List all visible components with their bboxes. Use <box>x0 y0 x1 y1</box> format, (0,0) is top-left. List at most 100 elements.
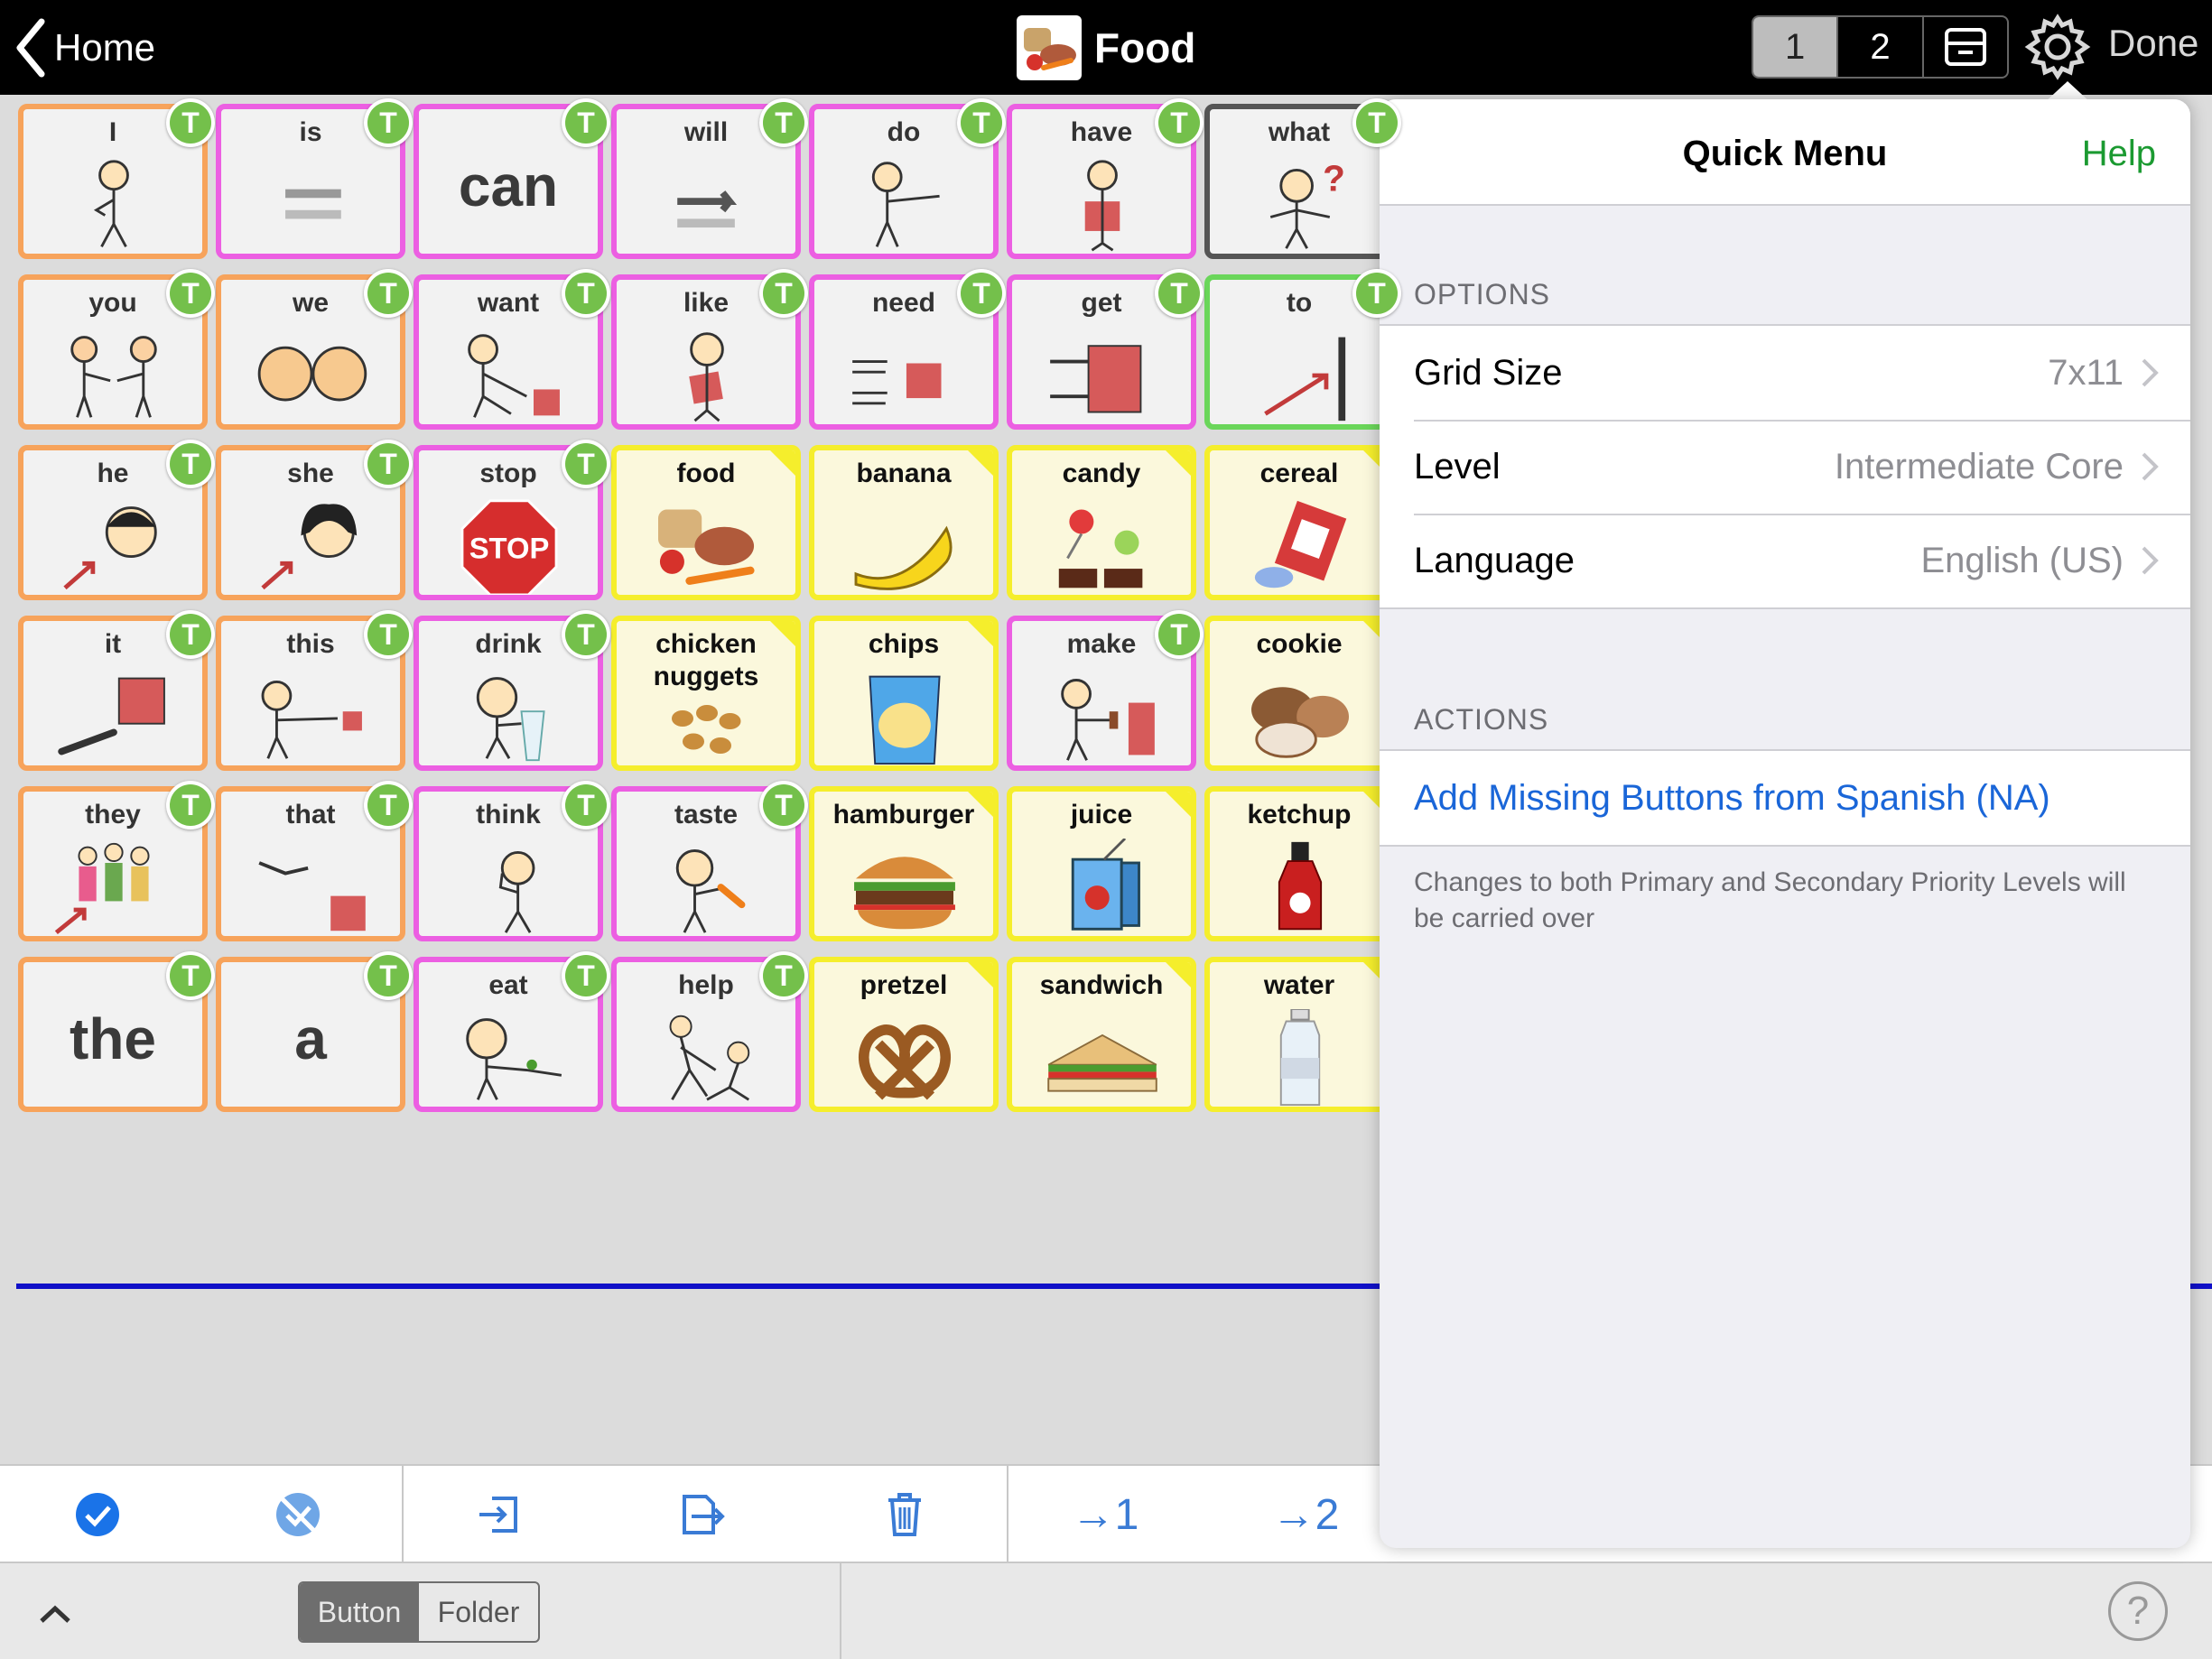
chevron-right-icon <box>2142 358 2159 387</box>
person-hammer-icon <box>1061 679 1155 761</box>
grid-button-juice[interactable]: juice <box>1007 786 1196 941</box>
archive-tab[interactable] <box>1924 17 2007 77</box>
checkmark-circle-icon <box>76 1493 119 1536</box>
grid-button-chicken-nuggets[interactable]: chicken nuggets <box>611 616 801 771</box>
text-badge-letter: T <box>367 102 409 144</box>
text-badge-icon: T <box>562 781 610 830</box>
food-pile-icon <box>658 509 755 585</box>
grid-button-banana[interactable]: banana <box>809 445 999 600</box>
grid-size-value: 7x11 <box>2048 352 2124 393</box>
level-row[interactable]: Level Intermediate Core <box>1380 420 2190 514</box>
quick-menu-help-button[interactable]: Help <box>2082 134 2156 174</box>
hamburger-icon <box>854 857 955 930</box>
food-folder-icon <box>1017 15 1082 80</box>
move-to-page-2-button[interactable]: →2 <box>1251 1466 1360 1563</box>
person-hugging-icon <box>689 332 724 422</box>
grid-button-label: banana <box>856 459 952 488</box>
grid-button-water[interactable]: water <box>1204 957 1394 1112</box>
grid-button-ketchup[interactable]: ketchup <box>1204 786 1394 941</box>
toolbar-separator <box>1007 1466 1008 1563</box>
grid-button-candy[interactable]: candy <box>1007 445 1196 600</box>
move-to-page-1-button[interactable]: →1 <box>1051 1466 1159 1563</box>
text-badge-icon: T <box>364 269 413 318</box>
grid-button-food[interactable]: food <box>611 445 801 600</box>
grid-button-cereal[interactable]: cereal <box>1204 445 1394 600</box>
deselect-icon <box>276 1493 320 1536</box>
text-badge-letter: T <box>170 614 211 655</box>
add-missing-buttons-row[interactable]: Add Missing Buttons from Spanish (NA) <box>1380 751 2190 845</box>
grid-button-cookie[interactable]: cookie <box>1204 616 1394 771</box>
pretzel-icon <box>859 1024 951 1100</box>
button-mode-tab[interactable]: Button <box>300 1583 419 1641</box>
text-badge-icon: T <box>562 98 610 147</box>
page-2-tab[interactable]: 2 <box>1838 17 1924 77</box>
folder-mode-tab[interactable]: Folder <box>419 1583 538 1641</box>
text-badge-icon: T <box>166 781 215 830</box>
gear-icon <box>2024 14 2091 80</box>
text-badge-icon: T <box>759 269 808 318</box>
text-badge-letter: T <box>565 614 607 655</box>
text-badge-letter: T <box>367 955 409 996</box>
hand-point-box-icon <box>58 677 165 755</box>
text-badge-letter: T <box>763 102 804 144</box>
expand-up-button[interactable] <box>33 1590 78 1636</box>
grid-button-label: chicken nuggets <box>653 629 759 691</box>
import-icon <box>479 1497 517 1533</box>
text-badge-letter: T <box>367 614 409 655</box>
arrow-to-line-icon <box>1264 337 1346 422</box>
person-question-icon: ? <box>1269 158 1345 249</box>
text-badge-icon: T <box>364 951 413 1000</box>
water-bottle-icon <box>1279 1009 1321 1107</box>
person-holding-box-icon <box>1084 160 1120 252</box>
select-all-button[interactable] <box>43 1466 152 1563</box>
grid-button-hamburger[interactable]: hamburger <box>809 786 999 941</box>
text-badge-letter: T <box>170 955 211 996</box>
add-missing-buttons-action[interactable]: Add Missing Buttons from Spanish (NA) <box>1414 778 2050 819</box>
grid-size-row[interactable]: Grid Size 7x11 <box>1380 326 2190 420</box>
text-badge-letter: T <box>565 443 607 485</box>
grid-button-pretzel[interactable]: pretzel <box>809 957 999 1112</box>
grid-button-sandwich[interactable]: sandwich <box>1007 957 1196 1112</box>
person-pointing-self-icon <box>93 160 129 247</box>
trash-icon <box>888 1493 921 1536</box>
export-icon <box>683 1495 725 1534</box>
text-badge-icon: T <box>957 269 1006 318</box>
deselect-all-button[interactable] <box>244 1466 352 1563</box>
import-button[interactable] <box>445 1466 553 1563</box>
text-badge-letter: T <box>1158 102 1200 144</box>
grid-button-label: chips <box>868 629 940 659</box>
export-button[interactable] <box>648 1466 757 1563</box>
nuggets-icon <box>672 705 741 754</box>
text-badge-letter: T <box>170 443 211 485</box>
grid-button-label: pretzel <box>860 970 948 1000</box>
settings-gear-button[interactable] <box>2023 13 2092 81</box>
grid-button-label: hamburger <box>832 800 975 830</box>
person-taste-icon <box>675 849 746 933</box>
text-badge-icon: T <box>759 781 808 830</box>
delete-button[interactable] <box>850 1466 959 1563</box>
done-button[interactable]: Done <box>2108 22 2198 65</box>
help-question-button[interactable]: ? <box>2108 1581 2168 1641</box>
text-badge-icon: T <box>957 98 1006 147</box>
back-home-button[interactable]: Home <box>13 16 155 79</box>
person-reaching-box-icon <box>468 334 560 418</box>
text-badge-icon: T <box>562 440 610 488</box>
text-badge-letter: T <box>565 102 607 144</box>
language-row[interactable]: Language English (US) <box>1380 514 2190 607</box>
text-badge-icon: T <box>364 98 413 147</box>
grid-button-label: cookie <box>1256 629 1343 659</box>
grid-button-word: the <box>70 1006 156 1071</box>
text-badge-letter: T <box>170 102 211 144</box>
person-drink-icon <box>476 677 545 762</box>
banana-icon <box>854 525 953 590</box>
hands-box-icon <box>852 360 942 405</box>
text-badge-icon: T <box>562 269 610 318</box>
text-badge-icon: T <box>1155 610 1204 659</box>
boy-face-icon <box>63 506 157 590</box>
grid-button-chips[interactable]: chips <box>809 616 999 771</box>
page-selector: 1 2 <box>1752 15 2009 79</box>
page-1-tab[interactable]: 1 <box>1753 17 1839 77</box>
text-badge-icon: T <box>1352 98 1401 147</box>
text-badge-letter: T <box>170 784 211 826</box>
text-badge-letter: T <box>1158 614 1200 655</box>
